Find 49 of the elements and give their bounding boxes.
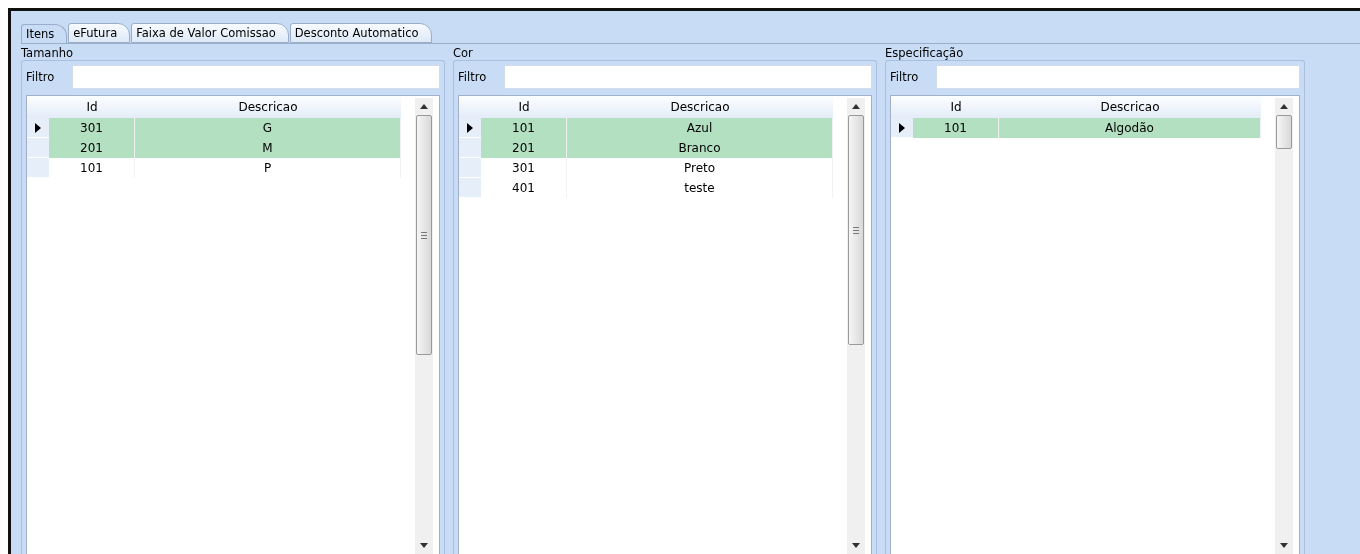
- tab[interactable]: Faixa de Valor Comissao: [131, 23, 289, 43]
- grip-icon: [421, 231, 427, 239]
- filter-field[interactable]: [72, 65, 440, 89]
- tab[interactable]: eFutura: [68, 23, 131, 43]
- tab[interactable]: Itens: [21, 24, 68, 43]
- group-title: Cor: [453, 46, 474, 60]
- row-header[interactable]: [27, 118, 49, 138]
- current-row-icon: [899, 122, 905, 133]
- scroll-down-icon[interactable]: [420, 543, 428, 548]
- scroll-down-icon[interactable]: [1280, 543, 1288, 548]
- column-header[interactable]: Descricao: [135, 100, 401, 114]
- filter-label: Filtro: [458, 70, 488, 84]
- scroll-thumb[interactable]: [1276, 115, 1292, 149]
- table-cell[interactable]: 201: [49, 138, 135, 158]
- filter-label: Filtro: [26, 70, 56, 84]
- grip-icon: [853, 226, 859, 234]
- scroll-up-icon[interactable]: [1280, 104, 1288, 109]
- column-header[interactable]: Id: [481, 100, 567, 114]
- scroll-thumb[interactable]: [848, 115, 864, 345]
- tab[interactable]: Desconto Automatico: [289, 23, 432, 43]
- filter-field[interactable]: [936, 65, 1300, 89]
- table-cell[interactable]: 301: [49, 118, 135, 138]
- table-cell[interactable]: Azul: [567, 118, 833, 138]
- scroll-up-icon[interactable]: [420, 104, 428, 109]
- column-header[interactable]: Descricao: [999, 100, 1261, 114]
- current-row-icon: [467, 122, 473, 133]
- group-title: Tamanho: [21, 46, 75, 60]
- filter-field[interactable]: [504, 65, 872, 89]
- group-title: Especificação: [885, 46, 965, 60]
- column-header[interactable]: Descricao: [567, 100, 833, 114]
- scrollbar[interactable]: [1275, 98, 1293, 554]
- table-cell[interactable]: 101: [481, 118, 567, 138]
- scrollbar[interactable]: [847, 98, 865, 554]
- filter-label: Filtro: [890, 70, 920, 84]
- current-row-icon: [35, 122, 41, 133]
- row-header[interactable]: [459, 118, 481, 138]
- table-cell[interactable]: G: [135, 118, 401, 138]
- column-header[interactable]: Id: [913, 100, 999, 114]
- table-cell[interactable]: Branco: [567, 138, 833, 158]
- table-cell[interactable]: 101: [913, 118, 999, 138]
- table-cell[interactable]: 201: [481, 138, 567, 158]
- table-cell[interactable]: Algodão: [999, 118, 1261, 138]
- scroll-up-icon[interactable]: [852, 104, 860, 109]
- scroll-thumb[interactable]: [416, 115, 432, 355]
- table-cell[interactable]: M: [135, 138, 401, 158]
- row-header[interactable]: [891, 118, 913, 138]
- column-header[interactable]: Id: [49, 100, 135, 114]
- scroll-down-icon[interactable]: [852, 543, 860, 548]
- scrollbar[interactable]: [415, 98, 433, 554]
